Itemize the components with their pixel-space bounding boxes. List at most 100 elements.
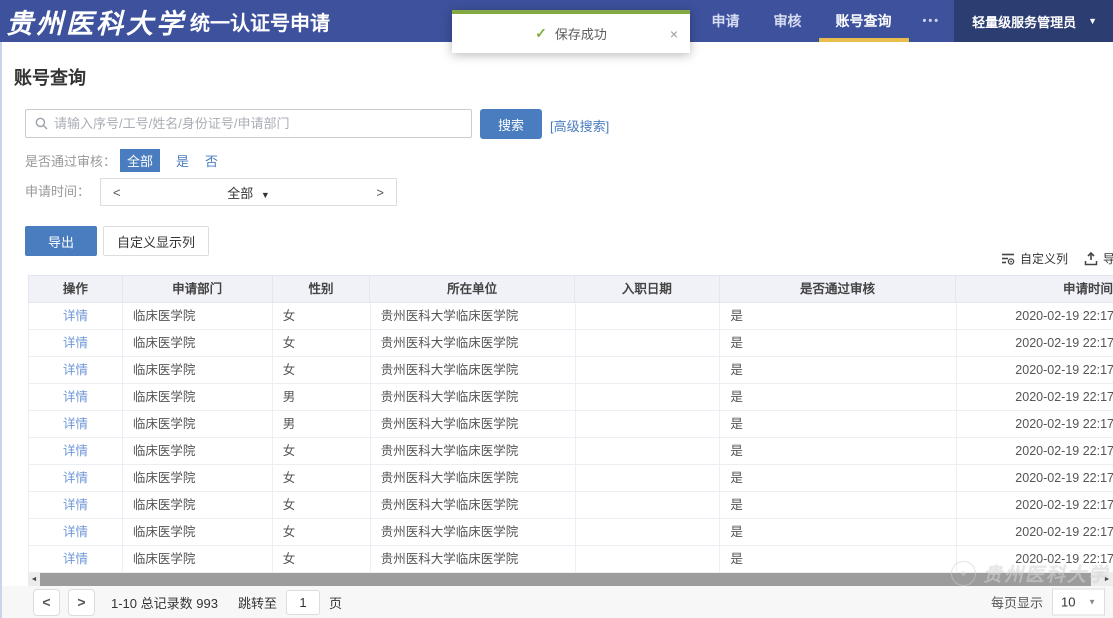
close-icon[interactable]: × [670,27,678,41]
cell-apply_time: 2020-02-19 22:17 [957,519,1113,545]
cell-dept: 临床医学院 [123,411,273,437]
scroll-right-arrow-icon[interactable]: ► [1101,573,1113,586]
prev-period-arrow[interactable]: < [113,185,121,200]
chevron-down-icon: ▼ [1088,16,1097,26]
detail-link[interactable]: 详情 [63,498,88,512]
scroll-left-arrow-icon[interactable]: ◄ [28,573,40,586]
accounts-table: 操作申请部门性别所在单位入职日期是否通过审核申请时间 详情临床医学院女贵州医科大… [28,275,1113,573]
cell-hire_date [576,411,721,437]
filter-audit-all[interactable]: 全部 [120,149,160,172]
table-row: 详情临床医学院女贵州医科大学临床医学院是2020-02-19 22:17 [29,330,1113,357]
table-header-row: 操作申请部门性别所在单位入职日期是否通过审核申请时间 [28,275,1113,303]
cell-action: 详情 [29,411,123,437]
per-page-select[interactable]: 10 ▼ [1052,589,1105,616]
cell-action: 详情 [29,357,123,383]
cell-passed: 是 [720,519,957,545]
detail-link[interactable]: 详情 [63,390,88,404]
column-header-passed: 是否通过审核 [720,276,957,302]
detail-link[interactable]: 详情 [63,525,88,539]
cell-gender: 女 [273,519,371,545]
prev-page-button[interactable]: < [33,589,60,616]
advanced-search-link[interactable]: [高级搜索] [550,116,609,135]
cell-passed: 是 [720,357,957,383]
cell-action: 详情 [29,492,123,518]
nav-item-account-query[interactable]: 账号查询 [836,0,892,42]
window-left-edge [0,42,2,618]
per-page-label: 每页显示 [991,593,1043,612]
cell-gender: 男 [273,411,371,437]
cell-apply_time: 2020-02-19 22:17 [957,303,1113,329]
cell-dept: 临床医学院 [123,330,273,356]
cell-apply_time: 2020-02-19 22:17 [957,546,1113,572]
cell-unit: 贵州医科大学临床医学院 [371,357,576,383]
search-input[interactable] [54,116,471,131]
cell-dept: 临床医学院 [123,492,273,518]
table-row: 详情临床医学院男贵州医科大学临床医学院是2020-02-19 22:17 [29,411,1113,438]
export-button[interactable]: 导出 [25,226,97,256]
cell-dept: 临床医学院 [123,303,273,329]
customize-columns-tool[interactable]: 自定义列 [1001,250,1068,267]
user-menu[interactable]: 轻量级服务管理员 ▼ [954,0,1113,42]
chevron-down-icon: ▼ [261,190,270,200]
cell-apply_time: 2020-02-19 22:17 [957,384,1113,410]
chevron-down-icon: ▼ [1088,598,1096,607]
next-period-arrow[interactable]: > [376,185,384,200]
detail-link[interactable]: 详情 [63,363,88,377]
cell-passed: 是 [720,492,957,518]
cell-passed: 是 [720,330,957,356]
next-page-button[interactable]: > [68,589,95,616]
search-button[interactable]: 搜索 [480,109,542,139]
page-suffix-label: 页 [329,593,342,612]
nav-item-review[interactable]: 审核 [774,0,802,42]
cell-dept: 临床医学院 [123,465,273,491]
filter-audit-row: 是否通过审核： 全部 是 否 [25,149,218,172]
cell-dept: 临床医学院 [123,438,273,464]
pagination-bar: < > 1-10 总记录数 993 跳转至 页 每页显示 10 ▼ [0,586,1113,618]
filter-audit-no[interactable]: 否 [205,151,218,170]
cell-unit: 贵州医科大学临床医学院 [371,303,576,329]
more-menu-icon[interactable]: ••• [923,15,941,27]
cell-passed: 是 [720,384,957,410]
table-row: 详情临床医学院女贵州医科大学临床医学院是2020-02-19 22:17 [29,303,1113,330]
cell-unit: 贵州医科大学临床医学院 [371,330,576,356]
cell-apply_time: 2020-02-19 22:17 [957,411,1113,437]
cell-passed: 是 [720,438,957,464]
app-title: 统一认证号申请 [190,7,330,36]
column-header-dept: 申请部门 [123,276,273,302]
cell-action: 详情 [29,330,123,356]
table-row: 详情临床医学院女贵州医科大学临床医学院是2020-02-19 22:17 [29,519,1113,546]
cell-gender: 女 [273,330,371,356]
cell-hire_date [576,330,721,356]
detail-link[interactable]: 详情 [63,471,88,485]
customize-columns-button[interactable]: 自定义显示列 [103,226,209,256]
cell-dept: 临床医学院 [123,357,273,383]
filter-audit-yes[interactable]: 是 [176,151,189,170]
detail-link[interactable]: 详情 [63,309,88,323]
detail-link[interactable]: 详情 [63,417,88,431]
cell-hire_date [576,519,721,545]
cell-unit: 贵州医科大学临床医学院 [371,438,576,464]
table-row: 详情临床医学院女贵州医科大学临床医学院是2020-02-19 22:17 [29,492,1113,519]
filter-time-row: 申请时间： < 全部 ▼ > [25,178,397,206]
nav-item-apply[interactable]: 申请 [712,0,740,42]
cell-unit: 贵州医科大学临床医学院 [371,465,576,491]
jump-to-label: 跳转至 [238,593,277,612]
column-header-hire_date: 入职日期 [575,276,720,302]
cell-passed: 是 [720,546,957,572]
cell-unit: 贵州医科大学临床医学院 [371,546,576,572]
detail-link[interactable]: 详情 [63,444,88,458]
page-number-input[interactable] [286,590,320,615]
column-header-action: 操作 [29,276,123,302]
filter-time-label: 申请时间： [25,178,90,205]
time-range-picker: < 全部 ▼ > [100,178,397,206]
toast-message: 保存成功 [555,24,607,43]
university-logo: 贵州医科大学 [6,2,186,41]
cell-action: 详情 [29,384,123,410]
export-tool[interactable]: 导出 [1084,250,1113,267]
scrollbar-thumb[interactable] [40,573,1091,586]
table-row: 详情临床医学院女贵州医科大学临床医学院是2020-02-19 22:17 [29,438,1113,465]
upload-icon [1084,252,1098,266]
detail-link[interactable]: 详情 [63,552,88,566]
time-range-value[interactable]: 全部 ▼ [227,183,270,202]
detail-link[interactable]: 详情 [63,336,88,350]
